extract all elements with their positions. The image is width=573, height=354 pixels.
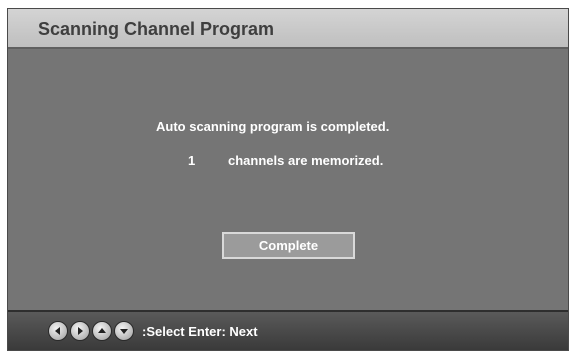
arrow-down-icon [114,321,134,341]
channels-memorized-text: channels are memorized. [228,153,384,168]
footer-hint-bar: :Select Enter: Next [8,310,568,350]
arrow-left-icon [48,321,68,341]
scan-dialog: Scanning Channel Program Auto scanning p… [7,8,569,351]
dialog-header: Scanning Channel Program [8,9,568,49]
nav-arrows [48,321,134,341]
page-title: Scanning Channel Program [38,19,275,39]
complete-button[interactable]: Complete [222,232,355,259]
status-message: Auto scanning program is completed. [156,119,390,134]
footer-hint-text: :Select Enter: Next [142,324,258,339]
channel-count: 1 [188,153,196,168]
arrow-right-icon [70,321,90,341]
arrow-up-icon [92,321,112,341]
